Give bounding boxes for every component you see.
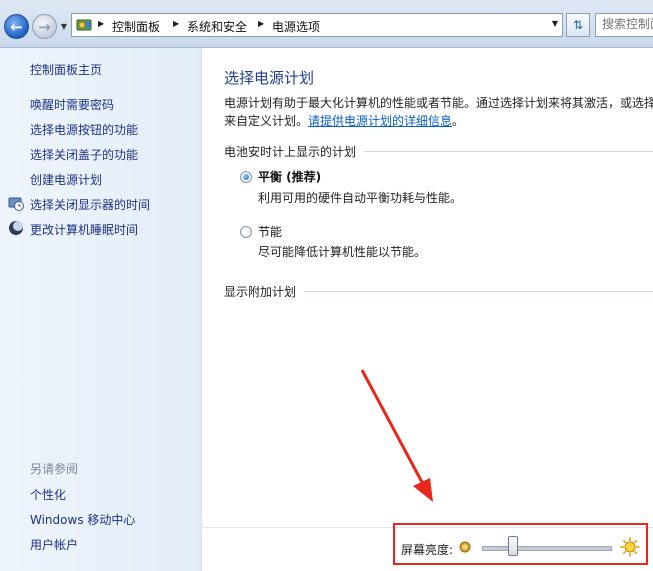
battery-plans-heading: 电池安时计上显示的计划 [224,143,365,160]
plan-details-link[interactable]: 请提供电源计划的详细信息 [308,114,452,128]
radio-power-saver[interactable] [240,226,252,238]
plan-name-power-saver[interactable]: 节能 [258,223,282,240]
sidebar-link-sleep-time[interactable]: 更改计算机睡眠时间 [30,221,138,238]
additional-plans-group[interactable]: 显示附加计划 [224,283,653,300]
recent-pages-dropdown[interactable]: ▼ [59,20,69,32]
intro-line-2-prefix: 来自定义计划。 [224,114,309,128]
plan-desc-balanced: 利用可用的硬件自动平衡功耗与性能。 [258,191,463,205]
bottom-divider [202,527,653,528]
forward-arrow-icon: → [38,17,51,36]
breadcrumb-separator-icon[interactable]: ▶ [258,19,264,28]
battery-plans-group: 电池安时计上显示的计划 [224,143,653,160]
sidebar-link-power-button[interactable]: 选择电源按钮的功能 [30,121,138,138]
breadcrumb-system-security[interactable]: 系统和安全 [187,18,247,35]
see-also-user-accounts[interactable]: 用户帐户 [30,536,78,553]
search-input[interactable] [602,17,653,31]
sidebar-link-create-plan[interactable]: 创建电源计划 [30,171,102,188]
plan-desc-power-saver: 尽可能降低计算机性能以节能。 [258,245,427,259]
breadcrumb-separator-icon[interactable]: ▶ [173,19,179,28]
see-also-personalization[interactable]: 个性化 [30,486,66,503]
sidebar: 控制面板主页 唤醒时需要密码 选择电源按钮的功能 选择关闭盖子的功能 创建电源计… [0,48,202,571]
breadcrumb-separator-icon[interactable]: ▶ [98,19,104,28]
address-dropdown-icon[interactable]: ▼ [552,19,558,28]
sidebar-link-wake-password[interactable]: 唤醒时需要密码 [30,96,114,113]
page-title: 选择电源计划 [224,69,315,87]
address-toolbar: ← → ▼ ▶ 控制面板 ▶ 系统和安全 ▶ 电源选项 ▼ ⇅ [0,0,653,48]
see-also-mobility-center[interactable]: Windows 移动中心 [30,511,135,528]
search-box[interactable] [595,13,653,37]
back-button[interactable]: ← [4,14,29,39]
sidebar-link-home[interactable]: 控制面板主页 [30,61,102,78]
see-also-heading: 另请参阅 [30,462,79,476]
breadcrumb-control-panel[interactable]: 控制面板 [112,18,160,35]
intro-line-2-suffix: 。 [452,114,465,128]
sidebar-link-lid-close[interactable]: 选择关闭盖子的功能 [30,146,138,163]
additional-plans-heading[interactable]: 显示附加计划 [224,283,305,300]
intro-line-2: 来自定义计划。请提供电源计划的详细信息。 [224,112,653,130]
main-content: 选择电源计划 电源计划有助于最大化计算机的性能或者节能。通过选择计划来将其激活，… [202,48,653,571]
back-arrow-icon: ← [10,17,23,36]
control-panel-icon [76,19,92,31]
address-field[interactable]: ▶ 控制面板 ▶ 系统和安全 ▶ 电源选项 ▼ [71,13,563,37]
plan-name-balanced[interactable]: 平衡 (推荐) [258,168,321,185]
intro-text: 电源计划有助于最大化计算机的性能或者节能。通过选择计划来将其激活，或选择 来自定… [224,94,653,130]
radio-balanced[interactable] [240,171,252,183]
moon-sleep-icon [9,221,23,235]
breadcrumb-power-options[interactable]: 电源选项 [272,18,320,35]
forward-button[interactable]: → [32,14,57,39]
monitor-clock-icon [8,197,24,211]
refresh-button[interactable]: ⇅ [566,13,590,37]
refresh-icon: ⇅ [572,18,584,32]
intro-line-1: 电源计划有助于最大化计算机的性能或者节能。通过选择计划来将其激活，或选择 [224,96,653,110]
sidebar-link-display-off[interactable]: 选择关闭显示器的时间 [30,196,150,213]
